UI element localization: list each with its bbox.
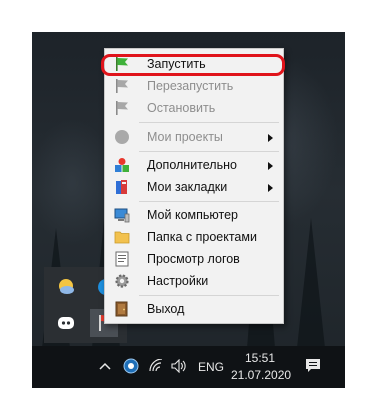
menu-separator <box>139 151 279 152</box>
books-icon <box>114 179 130 195</box>
wifi-icon[interactable] <box>149 358 163 376</box>
submenu-arrow-icon <box>268 134 273 142</box>
exit-door-icon <box>114 301 130 317</box>
menu-item-label: Мои проекты <box>147 130 223 144</box>
menu-item-my-computer[interactable]: Мой компьютер <box>105 204 283 226</box>
context-menu: Запустить Перезапустить Остановить Мои п… <box>104 48 284 324</box>
menu-separator <box>139 201 279 202</box>
colored-shapes-icon <box>114 157 130 173</box>
log-icon <box>114 251 130 267</box>
clock-time[interactable]: 15:51 <box>245 351 275 365</box>
menu-item-label: Дополнительно <box>147 158 237 172</box>
menu-item-label: Перезапустить <box>147 79 234 93</box>
gray-circle-icon <box>114 129 130 145</box>
defender-icon[interactable] <box>123 358 139 377</box>
menu-item-view-logs[interactable]: Просмотр логов <box>105 248 283 270</box>
menu-item-label: Настройки <box>147 274 209 288</box>
menu-item-exit[interactable]: Выход <box>105 298 283 320</box>
menu-item-my-projects[interactable]: Мои проекты <box>105 126 283 148</box>
menu-item-stop[interactable]: Остановить <box>105 97 283 119</box>
folder-icon <box>114 229 130 245</box>
menu-item-label: Мой компьютер <box>147 208 238 222</box>
chevron-up-icon[interactable] <box>99 360 111 374</box>
notification-icon[interactable] <box>305 358 321 377</box>
taskbar: ENG 15:51 21.07.2020 <box>32 346 345 388</box>
gray-flag-icon <box>114 100 130 116</box>
volume-icon[interactable] <box>171 358 187 376</box>
highlight-frame <box>101 54 285 76</box>
menu-item-label: Мои закладки <box>147 180 228 194</box>
menu-item-additional[interactable]: Дополнительно <box>105 154 283 176</box>
menu-separator <box>139 122 279 123</box>
gray-flag-icon <box>114 78 130 94</box>
menu-item-settings[interactable]: Настройки <box>105 270 283 292</box>
computer-icon <box>114 207 130 223</box>
wallpaper-tree <box>297 218 325 348</box>
discord-icon[interactable] <box>56 313 76 333</box>
menu-item-bookmarks[interactable]: Мои закладки <box>105 176 283 198</box>
menu-item-label: Папка с проектами <box>147 230 257 244</box>
menu-item-label: Остановить <box>147 101 216 115</box>
menu-item-restart[interactable]: Перезапустить <box>105 75 283 97</box>
menu-item-projects-folder[interactable]: Папка с проектами <box>105 226 283 248</box>
language-indicator[interactable]: ENG <box>198 360 224 374</box>
submenu-arrow-icon <box>268 184 273 192</box>
submenu-arrow-icon <box>268 162 273 170</box>
clock-date[interactable]: 21.07.2020 <box>231 368 291 382</box>
menu-separator <box>139 295 279 296</box>
menu-item-label: Просмотр логов <box>147 252 240 266</box>
weather-icon[interactable] <box>56 277 76 297</box>
gear-icon <box>114 273 130 289</box>
menu-item-label: Выход <box>147 302 185 316</box>
